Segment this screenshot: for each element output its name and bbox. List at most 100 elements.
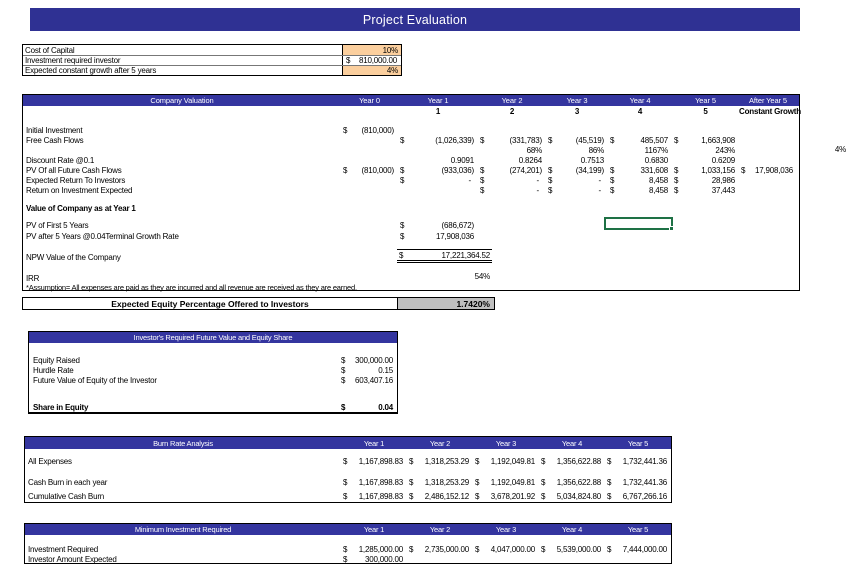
cumulative-y5-cell[interactable]: $6,767,266.16	[605, 492, 671, 501]
col-after-year5: After Year 5	[749, 96, 787, 105]
table-row: Expected constant growth after 5 years 4…	[23, 65, 401, 75]
discount-y3-cell[interactable]: 0.7513	[546, 156, 608, 165]
cumulative-y3-cell[interactable]: $3,678,201.92	[473, 492, 539, 501]
year5-number: 5	[703, 107, 708, 116]
cash-burn-y5-cell[interactable]: $1,732,441.36	[605, 478, 671, 487]
inv-required-y3-cell[interactable]: $4,047,000.00	[473, 545, 539, 554]
cumulative-y4-cell[interactable]: $5,034,824.80	[539, 492, 605, 501]
col-year5: Year 5	[695, 96, 716, 105]
inv-required-y1-cell[interactable]: $1,285,000.00	[341, 545, 407, 554]
cumulative-cash-burn-row: Cumulative Cash Burn $1,167,898.83 $2,48…	[25, 491, 671, 502]
growth-pct-y4-cell[interactable]: 1167%	[608, 146, 672, 155]
currency-symbol: $	[541, 478, 546, 487]
cumulative-y2-cell[interactable]: $2,486,152.12	[407, 492, 473, 501]
row-label: Return on Investment Expected	[26, 185, 133, 195]
initial-investment-row: Initial Investment $ (810,000)	[23, 125, 799, 135]
exp-return-y4-cell[interactable]: $8,458	[608, 176, 672, 185]
page-title-text: Project Evaluation	[362, 12, 468, 27]
exp-return-y5-cell[interactable]: $28,986	[672, 176, 739, 185]
irr-value-cell[interactable]: 54%	[400, 272, 491, 281]
pv-y4-cell[interactable]: $331,608	[608, 166, 672, 175]
pv-y5-cell[interactable]: $1,033,156	[672, 166, 739, 175]
free-cash-flows-row: Free Cash Flows $ (1,026,339) $ (331,783) …	[23, 135, 799, 145]
currency-symbol: $	[548, 135, 553, 145]
fcf-y2-cell[interactable]: $ (331,783)	[478, 136, 546, 145]
currency-symbol: $	[400, 231, 405, 241]
pv-after5-cell[interactable]: $17,908,036	[398, 232, 478, 241]
hurdle-rate-cell[interactable]: $0.15	[339, 366, 397, 375]
roi-y3-cell[interactable]: $ -	[546, 186, 608, 195]
future-value-cell[interactable]: $603,407.16	[339, 376, 397, 385]
fcf-y3-cell[interactable]: $ (45,519)	[546, 136, 608, 145]
all-expenses-y5-cell[interactable]: $1,732,441.36	[605, 457, 671, 466]
all-expenses-y2-cell[interactable]: $1,318,253.29	[407, 457, 473, 466]
currency-symbol: $	[610, 185, 615, 195]
share-in-equity-cell[interactable]: $0.04	[339, 403, 397, 412]
growth-pct-y5-cell[interactable]: 243%	[672, 146, 739, 155]
all-expenses-y3-cell[interactable]: $1,192,049.81	[473, 457, 539, 466]
fcf-y4-cell[interactable]: $485,507	[608, 136, 672, 145]
roi-y5-cell[interactable]: $37,443	[672, 186, 739, 195]
cash-burn-y4-cell[interactable]: $1,356,622.88	[539, 478, 605, 487]
investor-amount-y1-cell[interactable]: $300,000.00	[341, 555, 407, 564]
cash-burn-y1-cell[interactable]: $1,167,898.83	[341, 478, 407, 487]
investment-required-cell[interactable]: $ 810,000.00	[342, 56, 401, 65]
inv-required-y4-cell[interactable]: $5,539,000.00	[539, 545, 605, 554]
discount-y2-cell[interactable]: 0.8264	[478, 156, 546, 165]
row-label: PV after 5 Years @0.04Terminal Growth Ra…	[26, 231, 179, 241]
pv-y0-cell[interactable]: $ (810,000)	[341, 166, 398, 175]
growth-pct-y3-cell[interactable]: 86%	[546, 146, 608, 155]
currency-symbol: $	[674, 135, 679, 145]
investor-table: Investor's Required Future Value and Equ…	[28, 331, 398, 414]
currency-symbol: $	[400, 135, 405, 145]
all-expenses-y4-cell[interactable]: $1,356,622.88	[539, 457, 605, 466]
pv-first5-cell[interactable]: $ (686,672)	[398, 221, 478, 230]
discount-y4-cell[interactable]: 0.6830	[608, 156, 672, 165]
fcf-y5-cell[interactable]: $1,663,908	[672, 136, 739, 145]
exp-return-y1-cell[interactable]: $ -	[398, 176, 478, 185]
pv-after-y5-cell[interactable]: $17,908,036	[739, 166, 797, 175]
currency-symbol: $	[341, 355, 346, 365]
currency-symbol: $	[400, 165, 405, 175]
col-year4: Year 4	[629, 96, 651, 105]
row-label: PV of First 5 Years	[26, 220, 89, 230]
year3-number: 3	[574, 107, 580, 116]
selected-cell[interactable]	[604, 217, 674, 231]
discount-y5-cell[interactable]: 0.6209	[672, 156, 739, 165]
growth-pct-y2-cell[interactable]: 68%	[478, 146, 546, 155]
discount-y1-cell[interactable]: 0.9091	[398, 156, 478, 165]
currency-symbol: $	[548, 185, 553, 195]
minimum-investment-table: Minimum Investment Required Year 1 Year …	[24, 523, 672, 564]
pv-y1-cell[interactable]: $ (933,036)	[398, 166, 478, 175]
cumulative-y1-cell[interactable]: $1,167,898.83	[341, 492, 407, 501]
col-year1: Year 1	[363, 438, 385, 448]
fill-handle[interactable]	[669, 226, 674, 231]
roi-y4-cell[interactable]: $8,458	[608, 186, 672, 195]
equity-offer-value-cell[interactable]: 1.7420%	[397, 298, 494, 309]
investment-required-row: Investment Required $1,285,000.00 $2,735…	[25, 544, 671, 554]
table-row: Investment required investor $ 810,000.0…	[23, 55, 401, 65]
npw-value-cell[interactable]: $ 17,221,364.52	[397, 249, 492, 263]
fcf-y1-cell[interactable]: $ (1,026,339)	[398, 136, 478, 145]
pv-y2-cell[interactable]: $ (274,201)	[478, 166, 546, 175]
cash-burn-y3-cell[interactable]: $1,192,049.81	[473, 478, 539, 487]
pv-y3-cell[interactable]: $ (34,199)	[546, 166, 608, 175]
equity-raised-cell[interactable]: $300,000.00	[339, 356, 397, 365]
exp-return-y3-cell[interactable]: $ -	[546, 176, 608, 185]
growth-after-5y-cell[interactable]: 4%	[342, 66, 401, 75]
col-year5: Year 5	[627, 438, 649, 448]
row-label: Expected Return To Investors	[26, 175, 126, 185]
cash-burn-y2-cell[interactable]: $1,318,253.29	[407, 478, 473, 487]
inv-required-y2-cell[interactable]: $2,735,000.00	[407, 545, 473, 554]
burn-rate-title: Burn Rate Analysis	[153, 438, 213, 448]
cost-of-capital-cell[interactable]: 10%	[342, 45, 401, 55]
all-expenses-y1-cell[interactable]: $1,167,898.83	[341, 457, 407, 466]
pv-future-cash-flows-row: PV Of all Future Cash Flows $ (810,000) $…	[23, 165, 799, 175]
after-year5-growth-pct-cell[interactable]: 4%	[800, 145, 846, 154]
initial-investment-y0-cell[interactable]: $ (810,000)	[341, 126, 398, 135]
inv-required-y5-cell[interactable]: $7,444,000.00	[605, 545, 671, 554]
roi-y2-cell[interactable]: $ -	[478, 186, 546, 195]
future-value-row: Future Value of Equity of the Investor $…	[29, 375, 397, 385]
exp-return-y2-cell[interactable]: $ -	[478, 176, 546, 185]
